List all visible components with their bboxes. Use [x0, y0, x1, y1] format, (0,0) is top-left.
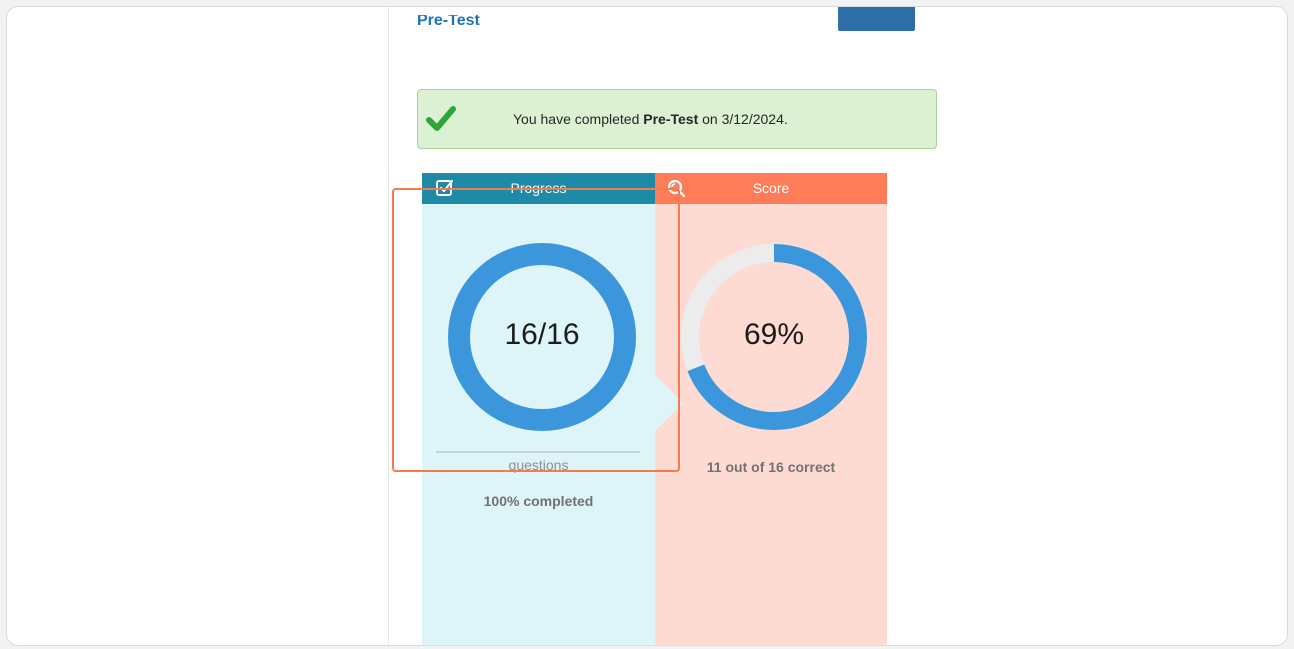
message-prefix: You have completed — [513, 111, 644, 127]
app-window: Pre-Test You have completed Pre-Test on … — [6, 6, 1288, 646]
correct-count-label: 11 out of 16 correct — [706, 459, 836, 475]
completion-alert: You have completed Pre-Test on 3/12/2024… — [417, 89, 937, 149]
panel-pointer — [655, 375, 683, 431]
score-panel: 69% 11 out of 16 correct — [655, 173, 887, 645]
message-test-name: Pre-Test — [643, 111, 699, 127]
tab-score-label: Score — [752, 180, 790, 196]
tab-progress[interactable]: Progress — [422, 173, 655, 204]
completion-message: You have completed Pre-Test on 3/12/2024… — [513, 90, 788, 148]
sidebar-divider — [388, 7, 389, 645]
tab-progress-label: Progress — [510, 180, 567, 196]
questions-label: questions — [508, 457, 569, 473]
checkbox-edit-icon — [436, 179, 454, 196]
page-title: Pre-Test — [417, 12, 480, 29]
score-value: 69% — [743, 318, 805, 351]
progress-value: 16/16 — [504, 318, 580, 351]
completed-label: 100% completed — [483, 493, 594, 509]
progress-divider — [436, 451, 640, 453]
tab-score[interactable]: Score — [655, 173, 887, 204]
search-icon — [667, 179, 686, 198]
check-icon — [426, 106, 456, 131]
results-card: 16/16 questions 100% completed 69% 11 ou… — [422, 173, 887, 645]
top-action-button[interactable] — [838, 7, 915, 31]
progress-panel: 16/16 questions 100% completed — [422, 173, 655, 645]
message-suffix: on 3/12/2024. — [698, 111, 788, 127]
